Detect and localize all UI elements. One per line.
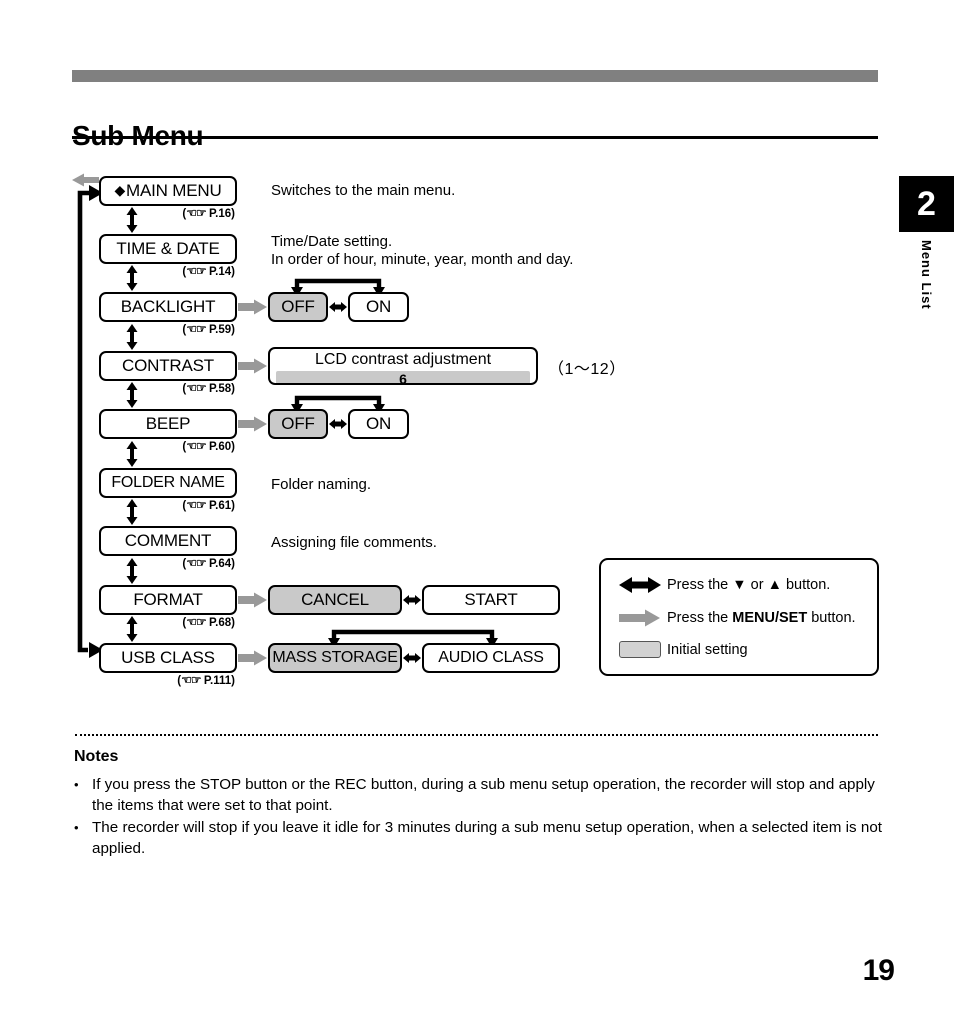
gray-exit-arrow: [72, 173, 99, 187]
note-text: The recorder will stop if you leave it i…: [92, 819, 882, 857]
page-ref-time-date: (☜☞ P.14): [182, 264, 235, 278]
option-beep-off[interactable]: OFF: [268, 409, 328, 439]
legend-row-double-arrow: Press the ▼ or ▲ button.: [619, 576, 830, 594]
menu-box-label: CONTRAST: [122, 356, 214, 375]
updown-arrow-7: [126, 558, 138, 584]
diamond-icon: ◆: [114, 181, 126, 198]
double-arrow-icon: [619, 576, 667, 594]
desc-comment: Assigning file comments.: [271, 534, 437, 551]
contrast-adjustment-panel[interactable]: LCD contrast adjustment 6: [268, 347, 538, 385]
gray-right-arrow-icon: [619, 609, 667, 627]
menu-set-arrow-format: [238, 592, 267, 608]
pointing-hand-icon: ☜☞: [186, 206, 206, 220]
bullet-icon: •: [74, 777, 79, 792]
option-backlight-off[interactable]: OFF: [268, 292, 328, 322]
leftright-arrow-beep: [329, 419, 347, 429]
menu-box-backlight[interactable]: BACKLIGHT: [99, 292, 237, 322]
updown-arrow-4: [126, 382, 138, 408]
legend-box: Press the ▼ or ▲ button. Press the MENU/…: [599, 558, 879, 676]
desc-folder-name: Folder naming.: [271, 476, 372, 493]
menu-set-arrow-backlight: [238, 299, 267, 315]
menu-box-label: USB CLASS: [121, 648, 215, 667]
leftright-arrow-backlight: [329, 302, 347, 312]
note-item-1: • If you press the STOP button or the RE…: [74, 774, 882, 816]
option-format-cancel[interactable]: CANCEL: [268, 585, 402, 615]
pointing-hand-icon: ☜☞: [186, 556, 206, 570]
page-ref-main-menu: (☜☞ P.16): [182, 206, 235, 220]
updown-arrow-5: [126, 441, 138, 467]
menu-box-label: FORMAT: [133, 590, 203, 609]
legend-row-menu-set: Press the MENU/SET button.: [619, 609, 856, 627]
legend-label-double-arrow: Press the ▼ or ▲ button.: [667, 577, 831, 593]
page-ref-usb-class: (☜☞ P.111): [177, 673, 235, 687]
pointing-hand-icon: ☜☞: [186, 264, 206, 278]
contrast-range-note: （1～12）: [548, 361, 626, 378]
legend-row-initial-setting: Initial setting: [619, 641, 748, 658]
leftright-arrow-usb-class: [403, 653, 421, 663]
menu-box-main-menu[interactable]: ◆ MAIN MENU: [99, 176, 237, 206]
option-backlight-on[interactable]: ON: [348, 292, 409, 322]
menu-box-folder-name[interactable]: FOLDER NAME: [99, 468, 237, 498]
pointing-hand-icon: ☜☞: [186, 381, 206, 395]
pointing-hand-icon: ☜☞: [186, 439, 206, 453]
page-ref-backlight: (☜☞ P.59): [182, 322, 235, 336]
option-format-start[interactable]: START: [422, 585, 560, 615]
menu-box-contrast[interactable]: CONTRAST: [99, 351, 237, 381]
pointing-hand-icon: ☜☞: [186, 498, 206, 512]
desc-time-date-line1: Time/Date setting.: [271, 233, 393, 250]
menu-set-arrow-usb-class: [238, 650, 267, 666]
pointing-hand-icon: ☜☞: [186, 322, 206, 336]
page-number: 19: [862, 954, 895, 987]
bullet-icon: •: [74, 820, 79, 835]
desc-main-menu: Switches to the main menu.: [271, 182, 456, 199]
updown-arrow-2: [126, 265, 138, 291]
menu-box-label: BEEP: [145, 414, 191, 433]
option-beep-on[interactable]: ON: [348, 409, 409, 439]
note-text: If you press the STOP button or the REC …: [92, 776, 875, 814]
notes-divider: [75, 734, 878, 736]
page-ref-folder-name: (☜☞ P.61): [182, 498, 235, 512]
page-ref-beep: (☜☞ P.60): [182, 439, 235, 453]
updown-arrow-8: [126, 616, 138, 642]
pointing-hand-icon: ☜☞: [181, 673, 201, 687]
leftright-arrow-format: [403, 595, 421, 605]
initial-setting-swatch: [619, 641, 667, 658]
legend-label-initial-setting: Initial setting: [667, 641, 748, 658]
desc-time-date-line2: In order of hour, minute, year, month an…: [271, 251, 574, 268]
menu-box-format[interactable]: FORMAT: [99, 585, 237, 615]
menu-box-label: BACKLIGHT: [120, 297, 216, 316]
option-usb-mass-storage[interactable]: MASS STORAGE: [268, 643, 402, 673]
updown-arrow-3: [126, 324, 138, 350]
menu-box-time-date[interactable]: TIME & DATE: [99, 234, 237, 264]
note-item-2: • The recorder will stop if you leave it…: [74, 817, 882, 880]
updown-arrow-1: [126, 207, 138, 233]
page-ref-contrast: (☜☞ P.58): [182, 381, 235, 395]
menu-box-label: COMMENT: [124, 531, 212, 550]
menu-box-comment[interactable]: COMMENT: [99, 526, 237, 556]
legend-label-menu-set: Press the MENU/SET button.: [667, 610, 856, 626]
menu-set-arrow-contrast: [238, 358, 267, 374]
menu-box-beep[interactable]: BEEP: [99, 409, 237, 439]
menu-set-arrow-beep: [238, 416, 267, 432]
menu-box-usb-class[interactable]: USB CLASS: [99, 643, 237, 673]
page-ref-comment: (☜☞ P.64): [182, 556, 235, 570]
menu-box-label: MAIN MENU: [126, 181, 222, 200]
updown-arrow-6: [126, 499, 138, 525]
option-usb-audio-class[interactable]: AUDIO CLASS: [422, 643, 560, 673]
page-ref-format: (☜☞ P.68): [182, 615, 235, 629]
notes-heading: Notes: [74, 748, 119, 765]
menu-box-label: TIME & DATE: [116, 239, 220, 258]
menu-box-label: FOLDER NAME: [111, 474, 225, 491]
contrast-value-bar: 6: [276, 371, 530, 383]
pointing-hand-icon: ☜☞: [186, 615, 206, 629]
contrast-label: LCD contrast adjustment: [314, 351, 492, 368]
